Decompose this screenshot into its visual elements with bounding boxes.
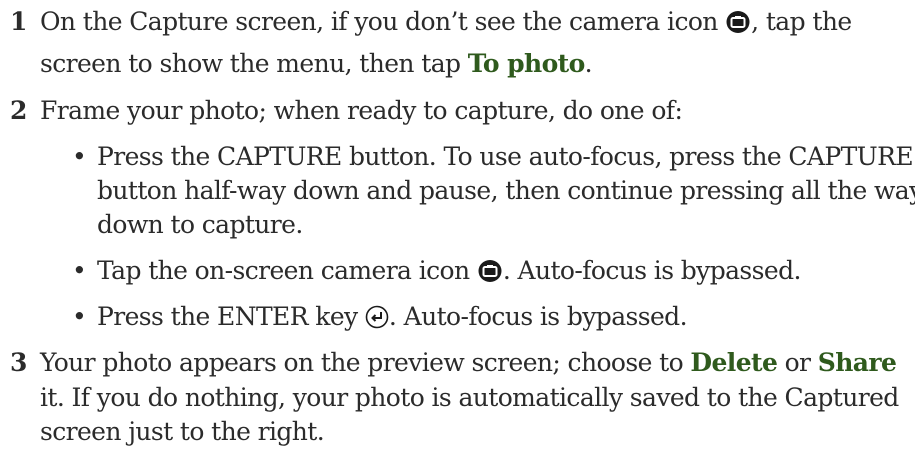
to-photo-keyword: To photo — [467, 49, 585, 78]
step-1-text-b: , tap the — [751, 7, 852, 36]
delete-keyword: Delete — [690, 348, 778, 377]
camera-icon — [726, 11, 750, 33]
step-2-number: 2 — [10, 96, 27, 125]
step-2-text: Frame your photo; when ready to capture,… — [40, 96, 683, 125]
share-keyword: Share — [817, 348, 897, 377]
step-3-text-a: Your photo appears on the preview screen… — [40, 348, 684, 377]
bullet-2-text-a: Tap the on-screen camera icon — [97, 256, 470, 285]
instruction-list: 1 On the Capture screen, if you don’t se… — [0, 0, 915, 464]
bullet-2-marker: • — [72, 256, 87, 285]
camera-icon — [478, 260, 502, 282]
step-1-text-c: screen to show the menu, then tap — [40, 49, 461, 78]
bullet-3-text-a: Press the ENTER key — [97, 302, 358, 331]
bullet-1-text-2: button half-way down and pause, then con… — [97, 176, 915, 205]
enter-key-icon — [365, 305, 389, 329]
bullet-3-text-b: . Auto-focus is bypassed. — [388, 302, 688, 331]
bullet-3-marker: • — [72, 302, 87, 331]
bullet-1-marker: • — [72, 142, 87, 171]
bullet-1-text-3: down to capture. — [97, 210, 303, 239]
step-3-number: 3 — [10, 348, 27, 377]
bullet-2-text-b: . Auto-focus is bypassed. — [502, 256, 802, 285]
step-1-number: 1 — [10, 7, 27, 36]
step-3-text-c: screen just to the right. — [40, 417, 325, 446]
bullet-1-text-1: Press the CAPTURE button. To use auto-fo… — [97, 142, 914, 171]
step-1-text-a: On the Capture screen, if you don’t see … — [40, 7, 718, 36]
step-1-period: . — [584, 49, 593, 78]
step-3-or: or — [784, 348, 811, 377]
step-3-text-b: it. If you do nothing, your photo is aut… — [40, 383, 899, 412]
